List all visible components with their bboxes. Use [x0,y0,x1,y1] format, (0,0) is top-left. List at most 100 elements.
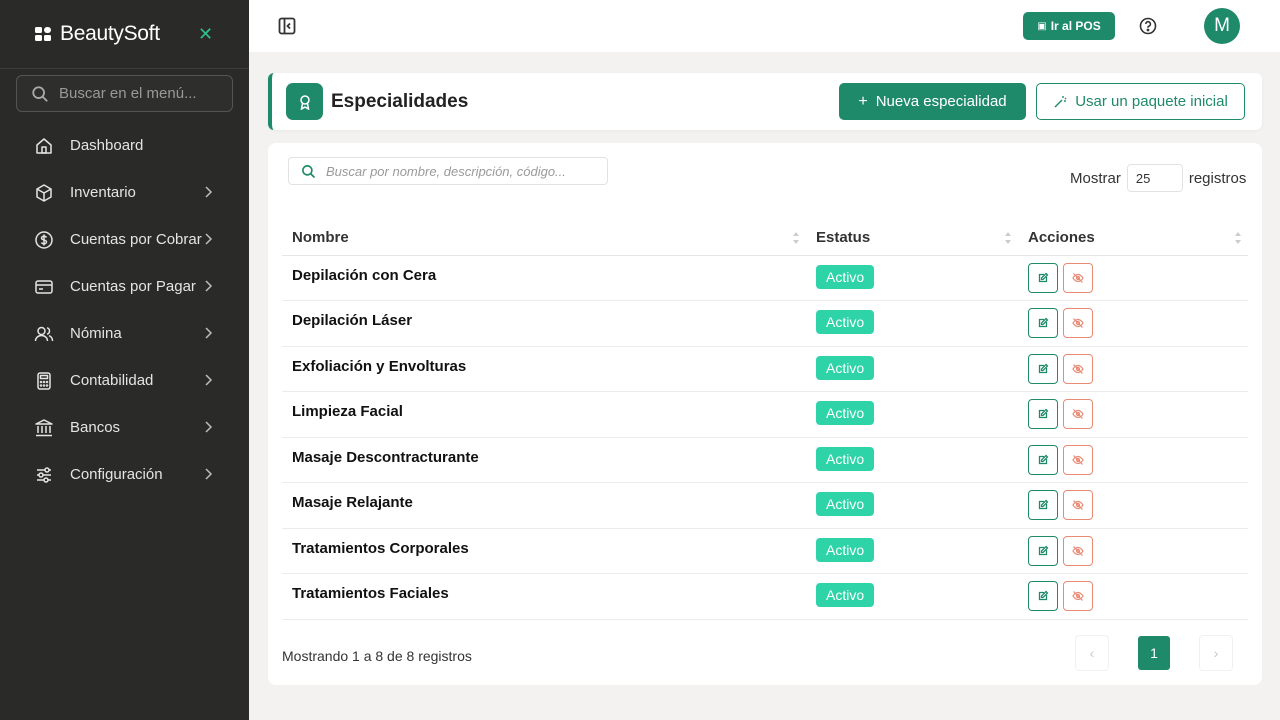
table-search-input[interactable] [326,163,596,179]
status-cell: Activo [806,573,1018,620]
column-header-actions[interactable]: Acciones [1018,221,1248,256]
eye-off-icon [1072,545,1084,556]
status-badge: Activo [816,446,875,471]
sidebar-menu: Dashboard Inventario Cuentas por Cobrar Cue… [0,122,249,498]
page-size-input[interactable]: 25 [1126,164,1183,192]
sidebar-item-cuentas-por-cobrar[interactable]: Cuentas por Cobrar [0,216,249,263]
close-sidebar-icon[interactable]: ✕ [198,24,213,45]
sidebar-item-configuracion[interactable]: Configuración [0,451,249,498]
sidebar-item-contabilidad[interactable]: Contabilidad [0,357,249,404]
deactivate-button[interactable] [1063,490,1093,520]
eye-off-icon [1072,591,1084,601]
current-page: 1 [1138,636,1170,670]
deactivate-button[interactable] [1063,262,1093,293]
toggle-sidebar-icon[interactable] [278,17,296,35]
menu-search[interactable] [16,75,233,112]
deactivate-button[interactable] [1063,581,1093,611]
users-icon [34,326,54,341]
go-to-pos-button[interactable]: ▣ Ir al POS [1023,12,1115,40]
deactivate-button[interactable] [1063,308,1093,338]
edit-button[interactable] [1028,444,1058,475]
deactivate-button[interactable] [1063,535,1093,566]
records-label: registros [1188,169,1247,187]
specialties-card: Mostrar 25 registros Nombre Estatus Acci… [268,143,1262,685]
status-badge: Activo [816,264,875,289]
table-row: Masaje Descontracturante Activo [282,437,1248,483]
edit-button[interactable] [1028,308,1058,338]
deactivate-button[interactable] [1063,399,1093,429]
sort-icon [1235,232,1241,244]
status-cell: Activo [806,346,1018,392]
sidebar-item-dashboard[interactable]: Dashboard [0,122,249,169]
menu-search-input[interactable] [59,85,219,102]
sidebar-item-label: Configuración [70,466,163,483]
pos-button-label: Ir al POS [1050,19,1101,33]
specialty-name: Masaje Descontracturante [282,437,806,483]
use-starter-pack-button[interactable]: Usar un paquete inicial [1036,83,1245,120]
status-badge: Activo [816,492,875,516]
sidebar-item-label: Contabilidad [70,372,154,389]
next-page-button[interactable]: › [1200,636,1232,670]
sidebar-item-label: Cuentas por Cobrar [70,231,202,248]
edit-button[interactable] [1028,535,1058,566]
specialty-name: Depilación Láser [282,300,806,347]
sidebar: BeautySoft ✕ Dashboard Inventario Cuentas … [0,0,249,720]
actions-cell [1018,346,1248,392]
column-header-name[interactable]: Nombre [282,221,806,256]
deactivate-button[interactable] [1063,353,1093,384]
actions-cell [1018,573,1248,620]
column-header-status[interactable]: Estatus [806,221,1018,256]
edit-button[interactable] [1028,399,1058,429]
prev-page-button[interactable]: ‹ [1076,636,1108,670]
sidebar-item-bancos[interactable]: Bancos [0,404,249,451]
column-header-label: Estatus [816,229,871,247]
sidebar-item-label: Dashboard [70,137,144,154]
deactivate-button[interactable] [1063,444,1093,475]
specialties-table: Nombre Estatus Acciones Depilación con C… [282,221,1248,620]
sidebar-item-cuentas-por-pagar[interactable]: Cuentas por Pagar [0,263,249,310]
column-header-label: Acciones [1028,229,1095,247]
edit-icon [1038,590,1049,601]
eye-off-icon [1072,363,1084,374]
new-specialty-button[interactable]: + Nueva especialidad [839,83,1026,120]
records-info: Mostrando 1 a 8 de 8 registros [282,648,472,664]
status-badge: Activo [816,537,875,562]
table-header-row: Nombre Estatus Acciones [282,221,1248,256]
edit-button[interactable] [1028,581,1058,611]
column-header-label: Nombre [292,229,349,247]
page-header: Especialidades + Nueva especialidad Usar… [268,73,1262,130]
actions-cell [1018,300,1248,347]
actions-cell [1018,255,1248,301]
edit-button[interactable] [1028,262,1058,293]
user-avatar[interactable]: M [1204,8,1240,44]
help-icon[interactable] [1139,17,1157,35]
edit-button[interactable] [1028,353,1058,384]
table-row: Tratamientos Corporales Activo [282,528,1248,574]
table-search[interactable] [288,157,608,185]
page-1-button[interactable]: 1 [1126,636,1182,670]
status-cell: Activo [806,391,1018,438]
box-icon [36,183,52,202]
new-specialty-label: Nueva especialidad [875,93,1007,110]
sort-icon [793,232,799,244]
magic-wand-icon [1054,95,1067,107]
specialty-name: Masaje Relajante [282,482,806,529]
edit-icon [1038,363,1049,373]
table-row: Depilación con Cera Activo [282,255,1248,301]
edit-button[interactable] [1028,490,1058,520]
sidebar-item-label: Nómina [70,325,122,342]
brand-name: BeautySoft [60,22,160,45]
plus-icon: + [858,92,868,110]
sidebar-item-nomina[interactable]: Nómina [0,310,249,357]
show-label: Mostrar [1070,169,1121,187]
starter-pack-label: Usar un paquete inicial [1075,93,1228,110]
chevron-right-icon [205,374,213,386]
cash-icon: ▣ [1037,20,1047,32]
eye-off-icon [1072,318,1084,328]
specialty-name: Tratamientos Corporales [282,528,806,574]
table-row: Exfoliación y Envolturas Activo [282,346,1248,392]
edit-icon [1038,545,1049,555]
page-size-control: Mostrar 25 registros [1070,164,1246,192]
bank-icon [35,418,53,436]
sidebar-item-inventario[interactable]: Inventario [0,169,249,216]
